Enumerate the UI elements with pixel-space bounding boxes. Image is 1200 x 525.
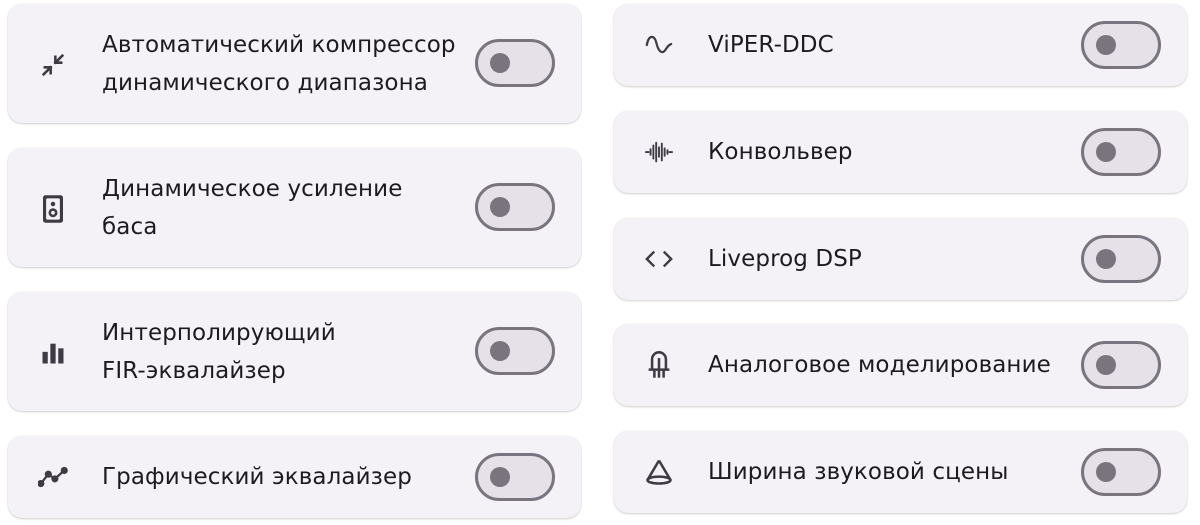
- bar-chart-icon: [38, 338, 68, 368]
- code-icon: [644, 244, 674, 274]
- compressor-label: Автоматический компрессор динамического …: [102, 26, 456, 102]
- compressor-label-line2: динамического диапазона: [102, 70, 428, 96]
- graphic-equalizer-toggle[interactable]: [475, 453, 555, 501]
- fir-equalizer-label: Интерполирующий FIR-эквалайзер: [102, 314, 336, 390]
- card-dynamic-range-compressor[interactable]: Автоматический компрессор динамического …: [8, 4, 581, 123]
- toggle-thumb: [490, 467, 510, 487]
- card-graphic-equalizer[interactable]: Графический эквалайзер: [8, 436, 581, 518]
- toggle-thumb: [1096, 462, 1116, 482]
- waveform-icon: [644, 137, 674, 167]
- convolver-label: Конвольвер: [708, 139, 853, 165]
- card-soundstage-width[interactable]: Ширина звуковой сцены: [614, 431, 1187, 513]
- liveprog-dsp-toggle[interactable]: [1081, 235, 1161, 283]
- toggle-thumb: [1096, 35, 1116, 55]
- speaker-icon: [38, 194, 68, 224]
- liveprog-dsp-label: Liveprog DSP: [708, 246, 862, 272]
- card-bass-boost[interactable]: Динамическое усиление баса: [8, 148, 581, 267]
- toggle-thumb: [1096, 355, 1116, 375]
- card-convolver[interactable]: Конвольвер: [614, 111, 1187, 193]
- sine-wave-icon: [644, 30, 674, 60]
- bass-boost-label-line2: баса: [102, 214, 158, 240]
- toggle-thumb: [1096, 142, 1116, 162]
- card-analog-modeling[interactable]: Аналоговое моделирование: [614, 324, 1187, 406]
- compressor-toggle[interactable]: [475, 39, 555, 87]
- fir-equalizer-toggle[interactable]: [475, 327, 555, 375]
- vacuum-tube-icon: [644, 350, 674, 380]
- cone-icon: [644, 457, 674, 487]
- graphic-equalizer-label: Графический эквалайзер: [102, 464, 412, 490]
- viper-ddc-label: ViPER-DDC: [708, 32, 834, 58]
- fir-equalizer-label-line2: FIR-эквалайзер: [102, 358, 286, 384]
- analog-modeling-toggle[interactable]: [1081, 341, 1161, 389]
- bass-boost-label-line1: Динамическое усиление: [102, 176, 403, 202]
- fir-equalizer-label-line1: Интерполирующий: [102, 320, 336, 346]
- viper-ddc-toggle[interactable]: [1081, 21, 1161, 69]
- compressor-label-line1: Автоматический компрессор: [102, 32, 456, 58]
- card-liveprog-dsp[interactable]: Liveprog DSP: [614, 218, 1187, 300]
- soundstage-width-toggle[interactable]: [1081, 448, 1161, 496]
- toggle-thumb: [1096, 249, 1116, 269]
- bass-boost-toggle[interactable]: [475, 183, 555, 231]
- analog-modeling-label: Аналоговое моделирование: [708, 352, 1051, 378]
- line-graph-icon: [38, 462, 68, 492]
- card-fir-equalizer[interactable]: Интерполирующий FIR-эквалайзер: [8, 292, 581, 411]
- convolver-toggle[interactable]: [1081, 128, 1161, 176]
- toggle-thumb: [490, 53, 510, 73]
- bass-boost-label: Динамическое усиление баса: [102, 170, 402, 246]
- toggle-thumb: [490, 341, 510, 361]
- compress-icon: [38, 50, 68, 80]
- soundstage-width-label: Ширина звуковой сцены: [708, 459, 1009, 485]
- card-viper-ddc[interactable]: ViPER-DDC: [614, 4, 1187, 86]
- toggle-thumb: [490, 197, 510, 217]
